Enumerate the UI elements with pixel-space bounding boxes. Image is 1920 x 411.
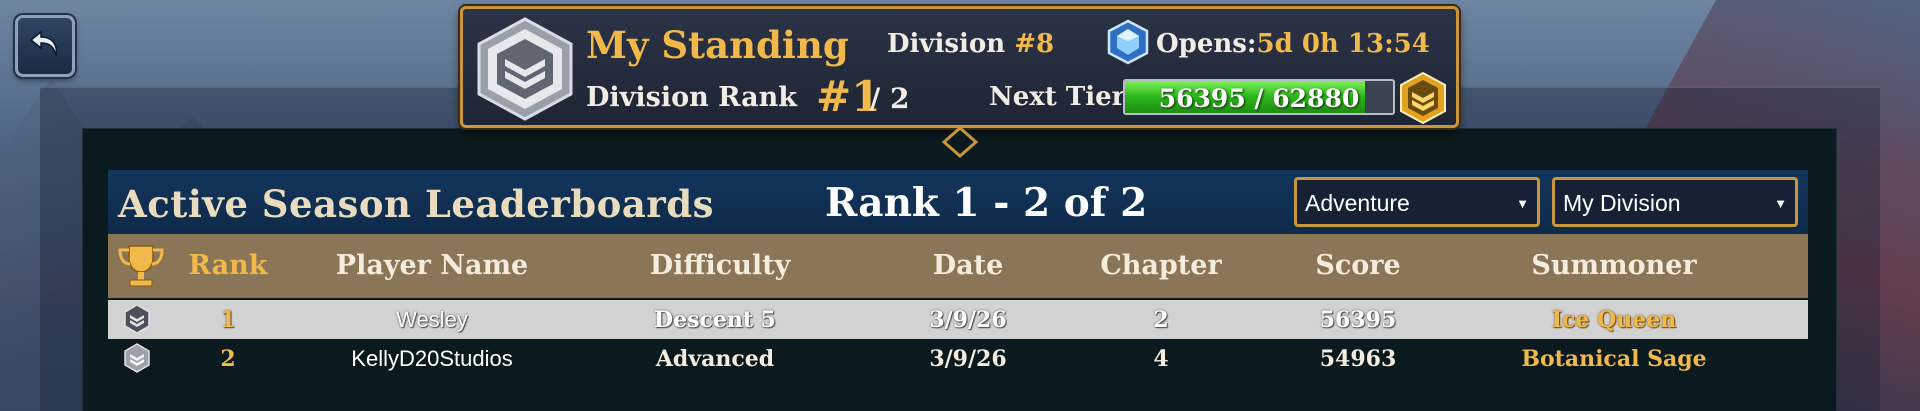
cell-player-name: KellyD20Studios: [351, 346, 513, 371]
cell-date: 3/9/26: [929, 307, 1007, 333]
trophy-icon: [116, 242, 166, 294]
chevron-down-icon: ▼: [1774, 196, 1787, 211]
table-row[interactable]: 2 KellyD20Studios Advanced 3/9/26 4 5496…: [108, 339, 1808, 378]
cell-difficulty: Descent 5: [654, 307, 776, 333]
leaderboard-header: Active Season Leaderboards Rank 1 - 2 of…: [108, 170, 1808, 234]
tier-badge-icon: [123, 343, 151, 377]
column-header-date[interactable]: Date: [933, 250, 1004, 281]
next-tier-label: Next Tier: [989, 82, 1126, 112]
my-standing-panel: My Standing Division #8 Opens:5d 0h 13:5…: [460, 6, 1459, 128]
next-tier-progress-bar: 56395 / 62880: [1123, 79, 1395, 115]
cell-chapter: 2: [1153, 307, 1169, 333]
column-header-chapter[interactable]: Chapter: [1100, 250, 1221, 281]
tier-hexagon-icon: [475, 17, 575, 125]
cell-summoner: Ice Queen: [1551, 307, 1677, 333]
cell-score: 54963: [1319, 346, 1397, 372]
cell-difficulty: Advanced: [655, 346, 775, 372]
division-rank-label: Division Rank: [586, 82, 798, 113]
back-button[interactable]: [15, 15, 75, 77]
column-header-score[interactable]: Score: [1315, 250, 1400, 281]
cell-player-name: Wesley: [396, 307, 468, 332]
rank-range: Rank 1 - 2 of 2: [825, 180, 1148, 226]
cell-chapter: 4: [1153, 346, 1169, 372]
mode-select[interactable]: Adventure ▼: [1294, 177, 1540, 227]
opens-text: Opens:: [1156, 29, 1257, 59]
division-number: #8: [1014, 29, 1055, 59]
column-header-rank[interactable]: Rank: [189, 250, 268, 281]
table-row[interactable]: 1 Wesley Descent 5 3/9/26 2 56395 Ice Qu…: [108, 300, 1808, 339]
column-header-player-name[interactable]: Player Name: [336, 250, 528, 281]
column-header-summoner[interactable]: Summoner: [1531, 250, 1696, 281]
table-header: Rank Player Name Difficulty Date Chapter…: [108, 234, 1808, 298]
mode-select-value: Adventure: [1305, 190, 1410, 216]
division-text: Division: [887, 29, 1006, 59]
chevron-down-icon: ▼: [1516, 196, 1529, 211]
cell-summoner: Botanical Sage: [1521, 346, 1707, 372]
progress-text: 56395 / 62880: [1158, 84, 1360, 113]
column-header-difficulty[interactable]: Difficulty: [650, 250, 791, 281]
tier-badge-icon: [123, 304, 151, 338]
cell-score: 56395: [1319, 307, 1397, 333]
scope-select-value: My Division: [1563, 190, 1681, 216]
cell-rank: 2: [220, 346, 236, 372]
next-tier-icon: [1398, 71, 1448, 129]
diamond-gem-icon: [1106, 19, 1150, 69]
division-label: Division #8: [887, 29, 1054, 59]
back-arrow-icon: [27, 26, 63, 66]
division-rank-total: / 2: [870, 82, 910, 115]
standing-title: My Standing: [586, 23, 849, 67]
leaderboard-title: Active Season Leaderboards: [118, 182, 714, 226]
opens-label: Opens:5d 0h 13:54: [1156, 29, 1430, 59]
cell-date: 3/9/26: [929, 346, 1007, 372]
scope-select[interactable]: My Division ▼: [1552, 177, 1798, 227]
cell-rank: 1: [220, 307, 236, 333]
opens-countdown: 5d 0h 13:54: [1256, 29, 1430, 59]
diamond-notch-icon: [941, 126, 979, 164]
